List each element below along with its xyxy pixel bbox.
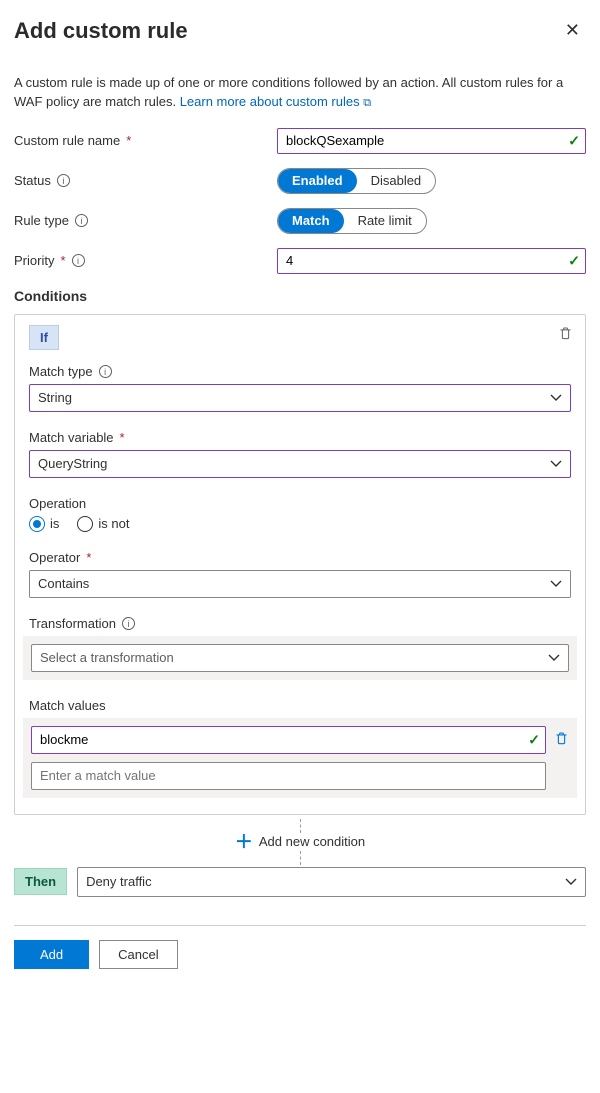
checkmark-icon: ✓ [528, 731, 540, 748]
rule-type-label: Rule type i [14, 213, 277, 228]
action-value: Deny traffic [86, 874, 152, 889]
connector-line [300, 819, 301, 833]
operation-is-label: is [50, 516, 59, 531]
priority-input[interactable] [277, 248, 586, 274]
status-disabled-option[interactable]: Disabled [357, 169, 436, 193]
operation-isnot-radio[interactable]: is not [77, 516, 129, 532]
if-chip: If [29, 325, 59, 350]
chevron-down-icon [550, 580, 562, 588]
match-value-input-new[interactable] [31, 762, 546, 790]
add-button[interactable]: Add [14, 940, 89, 969]
external-link-icon: ⧉ [363, 97, 371, 109]
chevron-down-icon [550, 394, 562, 402]
chevron-down-icon [550, 460, 562, 468]
operation-label: Operation [29, 496, 571, 511]
transformation-placeholder: Select a transformation [40, 650, 174, 665]
delete-condition-icon[interactable] [558, 325, 573, 344]
match-variable-select[interactable]: QueryString [29, 450, 571, 478]
priority-label: Priority* i [14, 253, 277, 268]
match-value-input-0[interactable] [31, 726, 546, 754]
add-condition-label: Add new condition [259, 834, 365, 849]
status-label: Status i [14, 173, 277, 188]
rule-type-rate-option[interactable]: Rate limit [344, 209, 426, 233]
operation-is-radio[interactable]: is [29, 516, 59, 532]
connector-line [300, 851, 301, 865]
operator-value: Contains [38, 576, 89, 591]
add-condition-button[interactable]: ＋ Add new condition [235, 833, 365, 851]
match-type-value: String [38, 390, 72, 405]
info-icon[interactable]: i [122, 617, 135, 630]
rule-name-input[interactable] [277, 128, 586, 154]
operator-label: Operator* [29, 550, 571, 565]
match-type-select[interactable]: String [29, 384, 571, 412]
status-enabled-option[interactable]: Enabled [278, 169, 357, 193]
match-variable-label: Match variable* [29, 430, 571, 445]
status-toggle[interactable]: Enabled Disabled [277, 168, 436, 194]
then-chip: Then [14, 868, 67, 895]
info-icon[interactable]: i [72, 254, 85, 267]
plus-icon: ＋ [235, 833, 253, 851]
info-icon[interactable]: i [57, 174, 70, 187]
close-icon[interactable]: ✕ [559, 18, 586, 43]
page-title: Add custom rule [14, 18, 188, 44]
conditions-heading: Conditions [14, 288, 586, 304]
checkmark-icon: ✓ [568, 132, 580, 149]
rule-type-match-option[interactable]: Match [278, 209, 344, 233]
description-text: A custom rule is made up of one or more … [14, 74, 586, 112]
rule-type-toggle[interactable]: Match Rate limit [277, 208, 427, 234]
chevron-down-icon [565, 878, 577, 886]
transformation-select[interactable]: Select a transformation [31, 644, 569, 672]
condition-card: If Match type i String Match variable* Q… [14, 314, 586, 815]
chevron-down-icon [548, 654, 560, 662]
info-icon[interactable]: i [75, 214, 88, 227]
match-values-label: Match values [29, 698, 571, 713]
checkmark-icon: ✓ [568, 252, 580, 269]
action-select[interactable]: Deny traffic [77, 867, 586, 897]
info-icon[interactable]: i [99, 365, 112, 378]
match-variable-value: QueryString [38, 456, 107, 471]
operation-isnot-label: is not [98, 516, 129, 531]
transformation-label: Transformation i [29, 616, 571, 631]
cancel-button[interactable]: Cancel [99, 940, 177, 969]
learn-more-link[interactable]: Learn more about custom rules ⧉ [180, 94, 371, 109]
operator-select[interactable]: Contains [29, 570, 571, 598]
rule-name-label: Custom rule name* [14, 133, 277, 148]
match-type-label: Match type i [29, 364, 571, 379]
delete-value-icon[interactable] [554, 730, 569, 750]
